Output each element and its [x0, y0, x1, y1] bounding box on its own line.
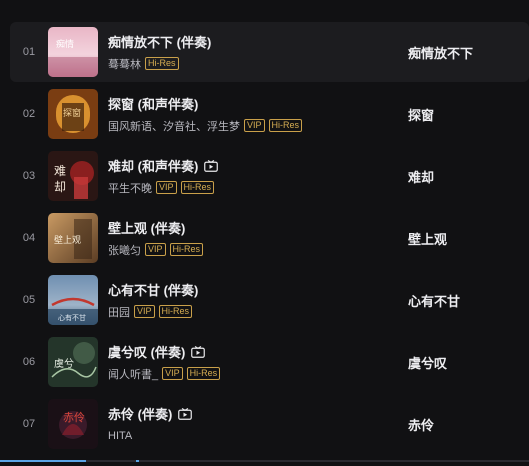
mv-icon[interactable] [191, 345, 206, 358]
vip-badge: VIP [145, 243, 166, 256]
mv-icon[interactable] [204, 159, 219, 172]
vip-badge: VIP [162, 367, 183, 380]
hires-badge: Hi-Res [186, 367, 221, 380]
album-cover[interactable]: 壁上观 [48, 213, 98, 263]
album-cover[interactable]: 探窗 [48, 89, 98, 139]
song-index: 05 [22, 294, 36, 306]
svg-text:壁上观: 壁上观 [54, 234, 81, 246]
song-index: 03 [22, 170, 36, 182]
vip-badge: VIP [244, 119, 265, 132]
artist-name[interactable]: 闻人听書_ [108, 366, 158, 382]
song-index: 02 [22, 108, 36, 120]
album-name[interactable]: 虞兮叹 [408, 353, 447, 372]
svg-text:却: 却 [54, 180, 66, 194]
song-title[interactable]: 心有不甘 (伴奏) [108, 280, 198, 299]
song-index: 04 [22, 232, 36, 244]
artist-name[interactable]: 国风新语、汐音社、浮生梦 [108, 118, 240, 134]
album-name[interactable]: 探窗 [408, 105, 434, 124]
svg-text:痴情: 痴情 [56, 38, 74, 50]
vip-badge: VIP [134, 305, 155, 318]
album-name[interactable]: 痴情放不下 [408, 43, 473, 62]
song-row[interactable]: 03 难却 难却 (和声伴奏) 平生不晚 VIP Hi-Res 难却 [10, 146, 529, 206]
album-cover[interactable]: 虞兮 [48, 337, 98, 387]
scroll-thumb[interactable] [0, 460, 86, 462]
song-title[interactable]: 难却 (和声伴奏) [108, 156, 198, 175]
hires-badge: Hi-Res [158, 305, 193, 318]
svg-text:虞兮: 虞兮 [54, 357, 74, 370]
hires-badge: Hi-Res [180, 181, 215, 194]
album-name[interactable]: 难却 [408, 167, 434, 186]
song-title[interactable]: 壁上观 (伴奏) [108, 218, 185, 237]
song-row[interactable]: 05 心有不甘 心有不甘 (伴奏) 田园 VIP Hi-Res 心有不甘 [10, 270, 529, 330]
song-row[interactable]: 04 壁上观 壁上观 (伴奏) 张曦匀 VIP Hi-Res 壁上观 [10, 208, 529, 268]
album-cover[interactable]: 赤伶 [48, 399, 98, 449]
song-title[interactable]: 虞兮叹 (伴奏) [108, 342, 185, 361]
song-title[interactable]: 痴情放不下 (伴奏) [108, 32, 211, 51]
artist-name[interactable]: 张曦匀 [108, 242, 141, 258]
song-title[interactable]: 探窗 (和声伴奏) [108, 94, 198, 113]
svg-text:赤伶: 赤伶 [63, 411, 85, 424]
album-name[interactable]: 心有不甘 [408, 291, 460, 310]
song-index: 07 [22, 418, 36, 430]
album-name[interactable]: 壁上观 [408, 229, 447, 248]
hires-badge: Hi-Res [268, 119, 303, 132]
song-row[interactable]: 06 虞兮 虞兮叹 (伴奏) 闻人听書_ VIP Hi-Res 虞兮叹 [10, 332, 529, 392]
song-row[interactable]: 01 痴情 痴情放不下 (伴奏) 蓦蓦林 Hi-Res 痴情放不下 [10, 22, 529, 82]
song-index: 01 [22, 46, 36, 58]
artist-name[interactable]: 平生不晚 [108, 180, 152, 196]
album-name[interactable]: 赤伶 [408, 415, 434, 434]
svg-text:难: 难 [54, 164, 66, 178]
song-index: 06 [22, 356, 36, 368]
album-cover[interactable]: 心有不甘 [48, 275, 98, 325]
song-title[interactable]: 赤伶 (伴奏) [108, 404, 172, 423]
album-cover[interactable]: 痴情 [48, 27, 98, 77]
hires-badge: Hi-Res [169, 243, 204, 256]
scroll-marker [136, 460, 139, 462]
album-cover[interactable]: 难却 [48, 151, 98, 201]
song-row[interactable]: 07 赤伶 赤伶 (伴奏) HITA 赤伶 [10, 394, 529, 454]
vip-badge: VIP [156, 181, 177, 194]
hires-badge: Hi-Res [145, 57, 179, 70]
song-row[interactable]: 02 探窗 探窗 (和声伴奏) 国风新语、汐音社、浮生梦 VIP Hi-Res … [10, 84, 529, 144]
scroll-track[interactable] [0, 460, 529, 462]
artist-name[interactable]: 田园 [108, 304, 130, 320]
svg-text:探窗: 探窗 [63, 107, 81, 119]
artist-name[interactable]: HITA [108, 430, 132, 442]
artist-name[interactable]: 蓦蓦林 [108, 56, 141, 72]
svg-text:心有不甘: 心有不甘 [58, 313, 86, 322]
mv-icon[interactable] [178, 407, 193, 420]
